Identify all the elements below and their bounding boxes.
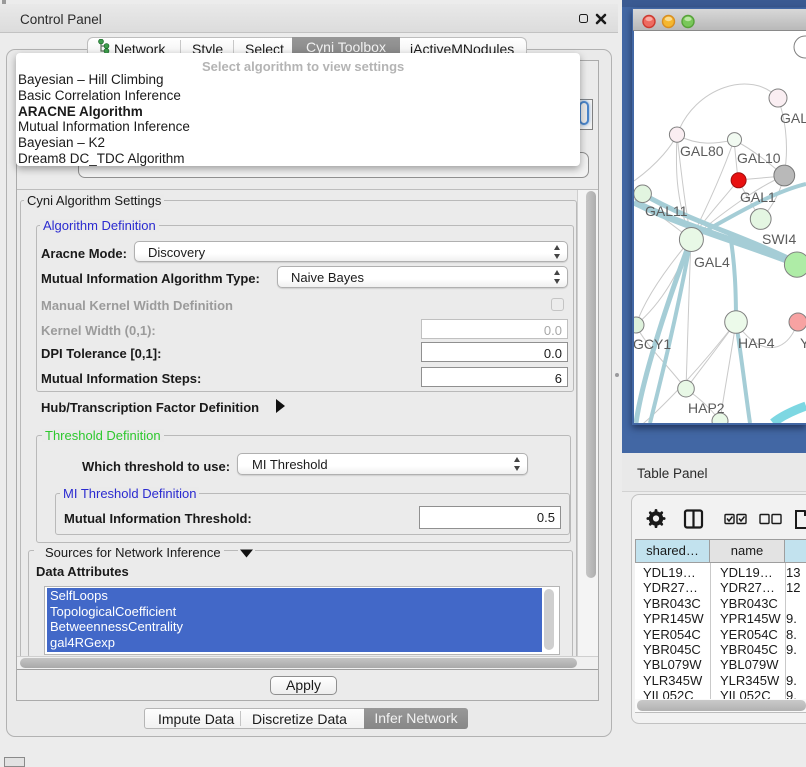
svg-text:GAL11: GAL11: [645, 203, 688, 219]
svg-text:HAP4: HAP4: [738, 335, 775, 351]
svg-text:GCY1: GCY1: [634, 336, 671, 352]
svg-text:Y: Y: [800, 335, 806, 351]
svg-text:GAL: GAL: [780, 110, 806, 126]
svg-text:HAP2: HAP2: [688, 400, 725, 416]
svg-text:GAL4: GAL4: [694, 254, 730, 270]
svg-text:SWI4: SWI4: [762, 231, 796, 247]
svg-text:GAL80: GAL80: [680, 143, 724, 159]
svg-text:GAL10: GAL10: [737, 150, 781, 166]
svg-text:GAL1: GAL1: [740, 189, 776, 205]
